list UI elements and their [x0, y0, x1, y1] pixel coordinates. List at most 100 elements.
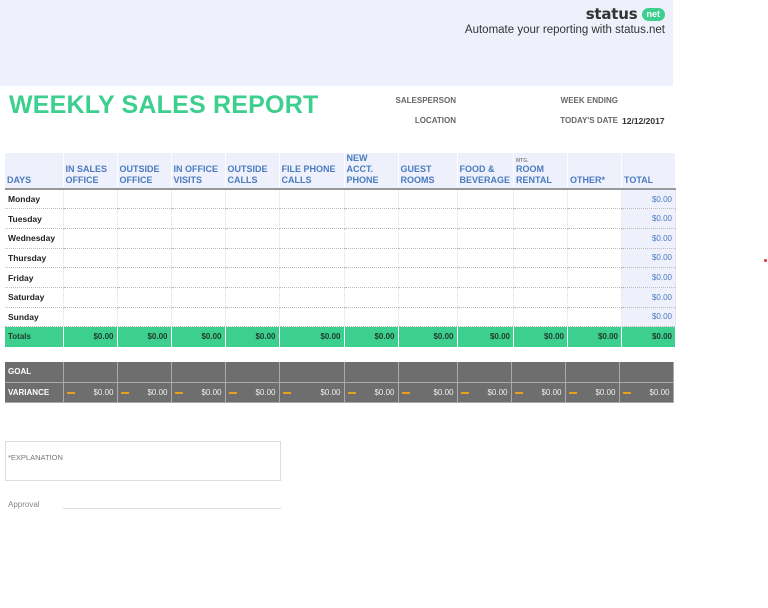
entry-cell[interactable] [513, 248, 569, 269]
entry-cell[interactable] [457, 208, 515, 229]
entry-cell[interactable] [279, 228, 345, 249]
entry-cell[interactable] [225, 287, 280, 308]
variance-cell: $0.00 [279, 382, 345, 403]
goal-cell[interactable] [225, 362, 280, 383]
todays-date-value[interactable]: 12/12/2017 [622, 116, 665, 126]
entry-cell[interactable] [279, 208, 345, 229]
entry-cell[interactable] [513, 267, 569, 288]
entry-cell[interactable] [457, 228, 515, 249]
variance-value: $0.00 [320, 387, 341, 397]
entry-cell[interactable] [279, 267, 345, 288]
entry-cell[interactable] [117, 307, 172, 328]
entry-cell[interactable] [117, 287, 172, 308]
entry-cell[interactable] [513, 287, 569, 308]
goal-table: GOAL VARIANCE $0.00 $0.00 $0.00 $0.00 $0.00 $0… [5, 362, 674, 403]
entry-cell[interactable] [457, 307, 515, 328]
entry-cell[interactable] [117, 248, 172, 269]
goal-cell[interactable] [619, 362, 674, 383]
entry-cell[interactable] [398, 267, 458, 288]
variance-cell: $0.00 [511, 382, 566, 403]
entry-cell[interactable] [63, 208, 118, 229]
entry-cell[interactable] [63, 228, 118, 249]
entry-cell[interactable] [225, 307, 280, 328]
entry-cell[interactable] [567, 248, 623, 269]
header-text: CALLS [227, 175, 258, 185]
entry-cell[interactable] [225, 267, 280, 288]
entry-cell[interactable] [344, 189, 399, 210]
goal-cell[interactable] [565, 362, 620, 383]
entry-cell[interactable] [171, 248, 226, 269]
report-title: WEEKLY SALES REPORT [9, 91, 319, 119]
entry-cell[interactable] [117, 189, 172, 210]
entry-cell[interactable] [279, 307, 345, 328]
entry-cell[interactable] [279, 189, 345, 210]
entry-cell[interactable] [567, 228, 623, 249]
location-label: LOCATION [414, 116, 456, 125]
entry-cell[interactable] [171, 208, 226, 229]
variance-cell: $0.00 [619, 382, 674, 403]
explanation-label: *EXPLANATION [8, 453, 63, 462]
entry-cell[interactable] [398, 248, 458, 269]
explanation-box[interactable]: *EXPLANATION [5, 441, 281, 481]
entry-cell[interactable] [457, 189, 515, 210]
entry-cell[interactable] [171, 307, 226, 328]
entry-cell[interactable] [567, 189, 623, 210]
entry-cell[interactable] [225, 208, 280, 229]
entry-cell[interactable] [398, 307, 458, 328]
entry-cell[interactable] [63, 267, 118, 288]
entry-cell[interactable] [567, 208, 623, 229]
entry-cell[interactable] [344, 267, 399, 288]
entry-cell[interactable] [279, 287, 345, 308]
entry-cell[interactable] [171, 228, 226, 249]
entry-cell[interactable] [567, 287, 623, 308]
entry-cell[interactable] [344, 248, 399, 269]
entry-cell[interactable] [225, 228, 280, 249]
trend-flat-icon [514, 391, 523, 394]
entry-cell[interactable] [171, 287, 226, 308]
entry-cell[interactable] [398, 287, 458, 308]
header-text: TOTAL [624, 175, 654, 185]
entry-cell[interactable] [225, 248, 280, 269]
trend-flat-icon [347, 391, 356, 394]
goal-cell[interactable] [344, 362, 399, 383]
entry-cell[interactable] [398, 208, 458, 229]
column-header: FOOD & BEVERAGE [457, 153, 515, 190]
entry-cell[interactable] [513, 228, 569, 249]
entry-cell[interactable] [63, 287, 118, 308]
entry-cell[interactable] [398, 189, 458, 210]
entry-cell[interactable] [171, 267, 226, 288]
entry-cell[interactable] [344, 287, 399, 308]
goal-cell[interactable] [511, 362, 566, 383]
trend-flat-icon [66, 391, 75, 394]
goal-cell[interactable] [63, 362, 118, 383]
entry-cell[interactable] [457, 267, 515, 288]
goal-cell[interactable] [398, 362, 458, 383]
entry-cell[interactable] [513, 208, 569, 229]
column-total: $0.00 [225, 326, 280, 347]
entry-cell[interactable] [63, 189, 118, 210]
entry-cell[interactable] [567, 307, 623, 328]
entry-cell[interactable] [63, 307, 118, 328]
goal-cell[interactable] [457, 362, 512, 383]
entry-cell[interactable] [513, 189, 569, 210]
entry-cell[interactable] [457, 287, 515, 308]
entry-cell[interactable] [344, 208, 399, 229]
entry-cell[interactable] [117, 267, 172, 288]
entry-cell[interactable] [117, 228, 172, 249]
entry-cell[interactable] [398, 228, 458, 249]
variance-cell: $0.00 [225, 382, 280, 403]
entry-cell[interactable] [171, 189, 226, 210]
entry-cell[interactable] [117, 208, 172, 229]
entry-cell[interactable] [225, 189, 280, 210]
entry-cell[interactable] [63, 248, 118, 269]
goal-cell[interactable] [171, 362, 226, 383]
goal-cell[interactable] [279, 362, 345, 383]
approval-signature-line[interactable] [63, 508, 281, 509]
entry-cell[interactable] [344, 228, 399, 249]
entry-cell[interactable] [567, 267, 623, 288]
entry-cell[interactable] [513, 307, 569, 328]
goal-cell[interactable] [117, 362, 172, 383]
entry-cell[interactable] [279, 248, 345, 269]
entry-cell[interactable] [344, 307, 399, 328]
entry-cell[interactable] [457, 248, 515, 269]
